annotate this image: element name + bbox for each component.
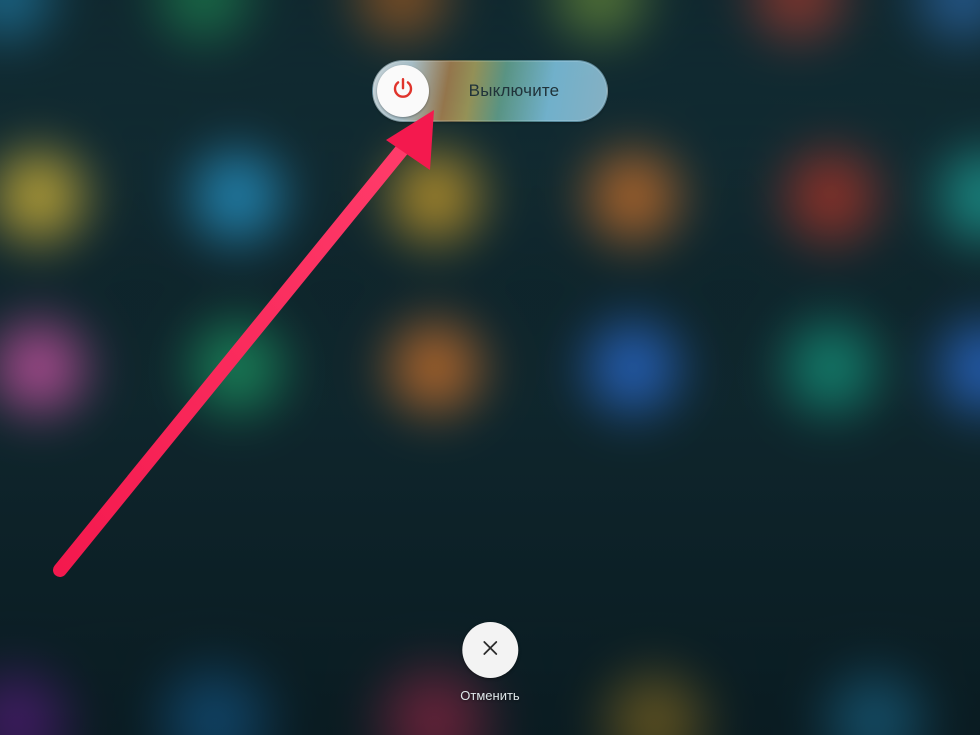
power-off-label: Выключите [437,81,591,101]
slide-to-power-off[interactable]: Выключите [372,60,608,122]
power-icon [390,76,416,107]
power-off-knob[interactable] [377,65,429,117]
cancel-label: Отменить [460,688,519,703]
close-icon [479,637,501,664]
power-off-screen: Выключите Отменить [0,0,980,735]
cancel-button[interactable] [462,622,518,678]
cancel-group: Отменить [460,622,519,703]
